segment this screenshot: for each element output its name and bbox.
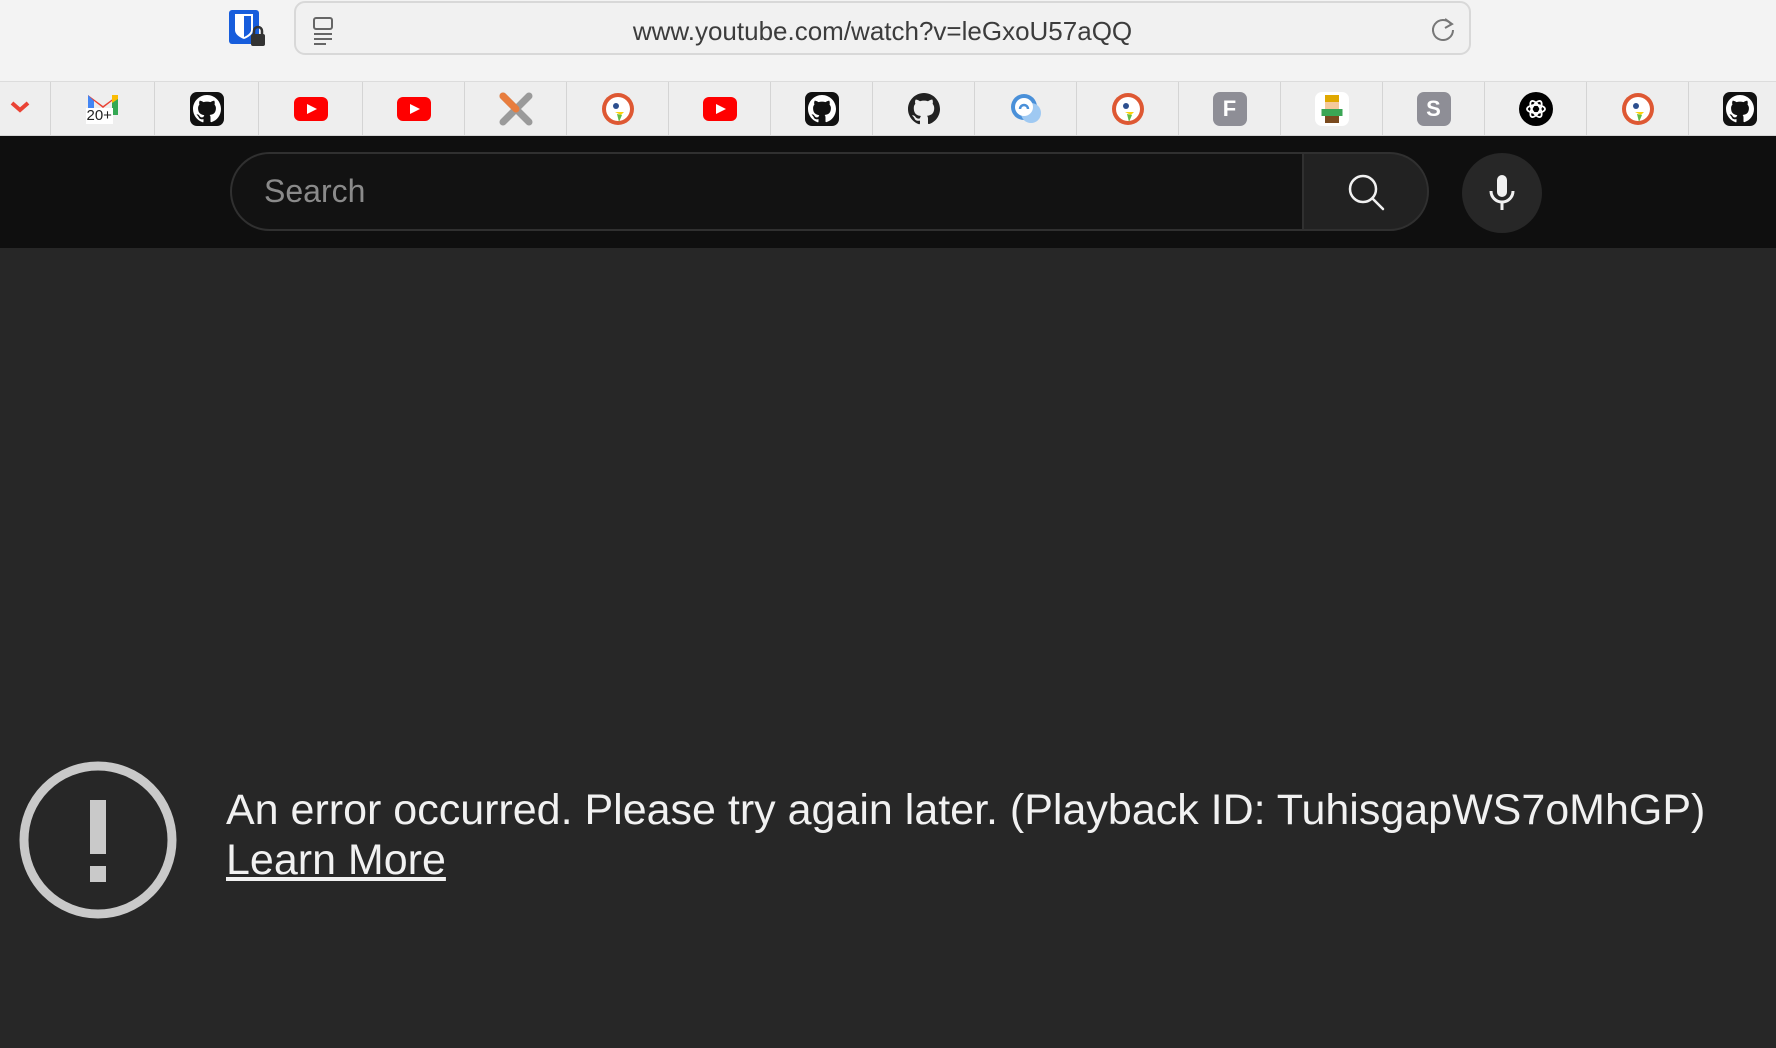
tab-chat[interactable]: [975, 82, 1077, 135]
reload-icon[interactable]: [1429, 16, 1457, 44]
tab-pixel-character[interactable]: [1281, 82, 1383, 135]
github-icon: [804, 92, 839, 126]
search-input[interactable]: [264, 154, 1264, 229]
browser-toolbar: www.youtube.com/watch?v=leGxoU57aQQ: [0, 0, 1776, 81]
player-area: [0, 248, 1776, 1048]
youtube-icon: [396, 97, 431, 121]
tab-openai[interactable]: [1485, 82, 1587, 135]
gmail-icon: 20+: [83, 91, 123, 127]
openai-icon: [1518, 92, 1553, 126]
youtube-header: [0, 136, 1776, 248]
tab-duckduckgo[interactable]: [1587, 82, 1689, 135]
duckduckgo-icon: [1621, 93, 1654, 125]
learn-more-link[interactable]: Learn More: [226, 836, 446, 885]
tab-github[interactable]: [1689, 82, 1776, 135]
search-button[interactable]: [1302, 152, 1429, 231]
chat-bubble-icon: [1010, 94, 1041, 123]
tab-x-app[interactable]: [465, 82, 567, 135]
youtube-icon: [293, 97, 328, 121]
tab-github[interactable]: [873, 82, 975, 135]
youtube-icon: [702, 97, 737, 121]
github-icon: [1722, 92, 1757, 126]
error-exclamation-icon: [18, 760, 178, 920]
duckduckgo-icon: [601, 93, 634, 125]
search-box: [230, 152, 1303, 231]
gmail-badge: 20+: [85, 107, 113, 124]
tab-gmail[interactable]: 20+: [51, 82, 155, 135]
tab-youtube[interactable]: [363, 82, 465, 135]
x-app-icon: [499, 92, 532, 126]
letter-s-icon: S: [1416, 92, 1451, 126]
error-message: An error occurred. Please try again late…: [226, 786, 1706, 834]
bitwarden-extension-icon[interactable]: [227, 8, 267, 48]
tab-duckduckgo[interactable]: [567, 82, 669, 135]
tab-strip: 20+ F S: [0, 81, 1776, 136]
tab-github[interactable]: [771, 82, 873, 135]
tab-duckduckgo[interactable]: [1077, 82, 1179, 135]
url-text[interactable]: www.youtube.com/watch?v=leGxoU57aQQ: [296, 16, 1469, 47]
tab-letter-s[interactable]: S: [1383, 82, 1485, 135]
github-icon: [189, 92, 224, 126]
github-icon: [907, 93, 940, 125]
tab-github[interactable]: [155, 82, 259, 135]
tab-gmail-partial[interactable]: [0, 82, 51, 135]
pixel-character-icon: [1314, 92, 1349, 126]
letter-f-icon: F: [1212, 92, 1247, 126]
duckduckgo-icon: [1111, 93, 1144, 125]
tab-letter-f[interactable]: F: [1179, 82, 1281, 135]
microphone-icon: [1489, 175, 1515, 210]
voice-search-button[interactable]: [1462, 153, 1542, 233]
tab-youtube[interactable]: [669, 82, 771, 135]
address-bar[interactable]: www.youtube.com/watch?v=leGxoU57aQQ: [294, 1, 1471, 55]
gmail-icon: [10, 101, 30, 113]
tab-youtube[interactable]: [259, 82, 363, 135]
search-icon: [1348, 174, 1384, 210]
